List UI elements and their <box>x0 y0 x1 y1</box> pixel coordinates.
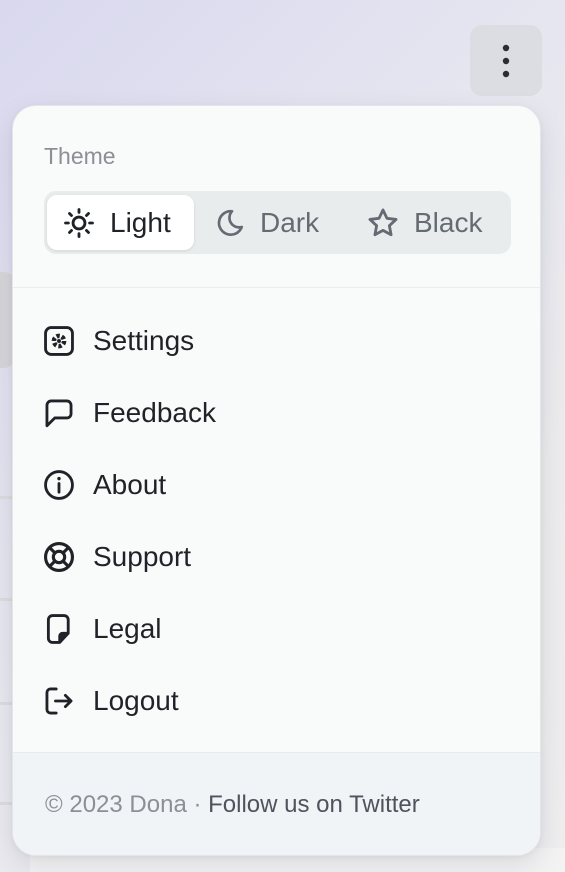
theme-option-light[interactable]: Light <box>47 195 194 250</box>
menu-item-label: Legal <box>93 613 162 644</box>
theme-option-label: Light <box>110 206 171 238</box>
menu-item-logout[interactable]: Logout <box>42 675 512 727</box>
theme-option-black[interactable]: Black <box>366 195 511 250</box>
theme-option-label: Dark <box>260 206 320 238</box>
chat-bubble-icon <box>45 399 73 428</box>
menu-item-about[interactable]: About <box>42 459 512 511</box>
menu-item-label: Support <box>93 541 192 572</box>
menu-divider <box>13 287 540 288</box>
menu-item-support[interactable]: Support <box>42 531 512 583</box>
theme-option-dark[interactable]: Dark <box>214 195 364 250</box>
dropdown-menu: Theme Light Dark Black Settings Feedback… <box>12 105 541 856</box>
copyright-text: © 2023 Dona <box>45 791 187 818</box>
menu-item-feedback[interactable]: Feedback <box>42 387 512 439</box>
footer-separator: · <box>186 791 209 818</box>
logout-icon <box>45 687 73 715</box>
menu-item-settings[interactable]: Settings <box>42 315 512 367</box>
moon-icon <box>217 209 244 236</box>
lifebuoy-icon <box>43 541 75 573</box>
info-icon <box>44 470 74 500</box>
theme-section-label: Theme <box>44 143 116 169</box>
sun-icon <box>64 207 94 238</box>
menu-item-label: Feedback <box>93 397 216 428</box>
menu-footer: © 2023 Dona · Follow us on Twitter <box>13 752 540 855</box>
theme-switcher: Light Dark Black <box>44 191 511 254</box>
more-vertical-icon <box>502 44 510 77</box>
menu-item-label: Logout <box>93 685 179 716</box>
twitter-link[interactable]: Follow us on Twitter <box>208 791 420 818</box>
menu-item-legal[interactable]: Legal <box>42 603 512 655</box>
star-icon <box>368 208 398 236</box>
gear-icon <box>44 326 74 356</box>
document-icon <box>46 614 70 644</box>
menu-item-label: Settings <box>93 325 195 356</box>
footer-text: © 2023 Dona · Follow us on Twitter <box>45 791 420 819</box>
theme-option-label: Black <box>414 206 483 238</box>
menu-item-label: About <box>93 469 167 500</box>
more-menu-button[interactable] <box>470 25 542 96</box>
